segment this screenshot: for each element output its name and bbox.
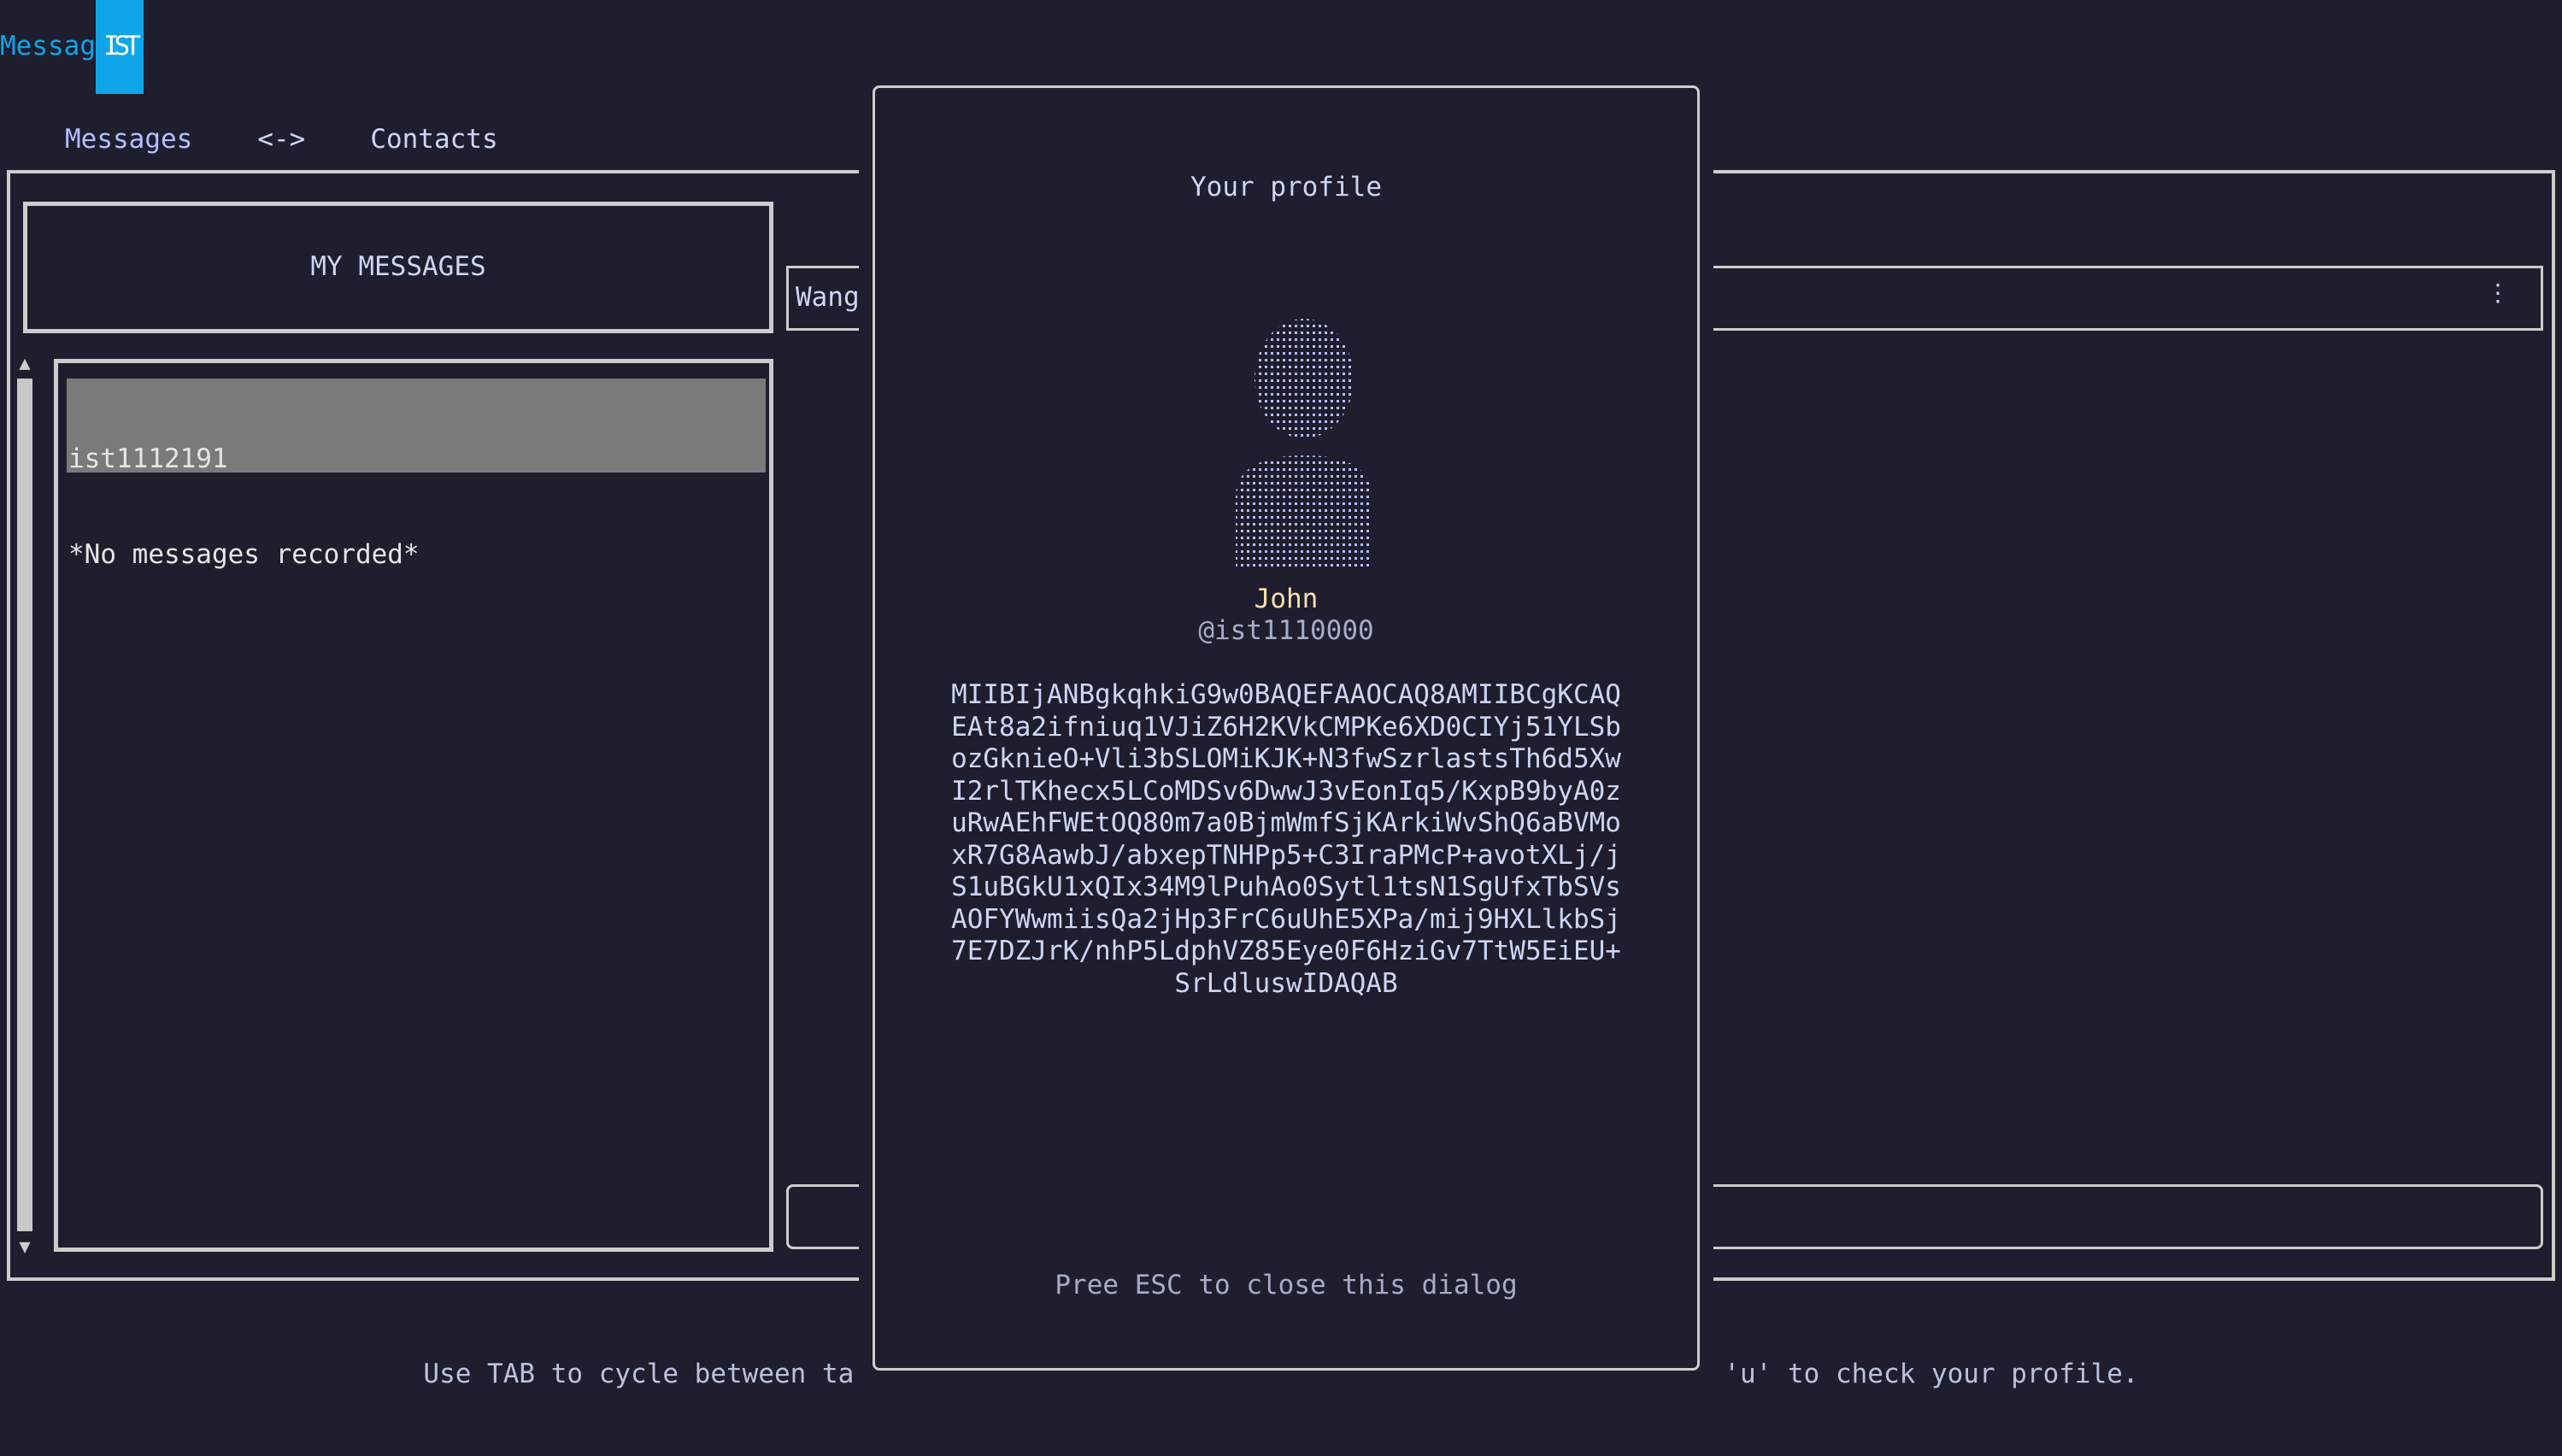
footer-hint-right: 'u' to check your profile.	[1724, 1359, 2139, 1389]
messages-list: ist1112191 *No messages recorded*	[54, 359, 773, 1252]
app-title-prefix: Messag	[0, 31, 96, 62]
app-logo: Messag IST	[0, 0, 144, 94]
kebab-menu-icon[interactable]: ⋮	[2486, 279, 2510, 308]
list-item-preview: *No messages recorded*	[68, 538, 420, 570]
tab-bar: Messages <-> Contacts	[65, 124, 563, 156]
close-dialog-hint: Pree ESC to close this dialog	[1055, 1270, 1518, 1300]
public-key-line: AOFYWwmiisQa2jHp3FrC6uUhE5XPa/mij9HXLlkb…	[951, 903, 1621, 935]
profile-dialog-frame: Your profile John @ist1110000 MIIBIjANBg…	[873, 85, 1700, 1371]
messages-panel-header: MY MESSAGES	[23, 202, 773, 333]
public-key-line: I2rlTKhecx5LCoMDSv6DwwJ3vEonIq5/KxpB9byA…	[951, 775, 1621, 807]
public-key-line: ozGknieO+Vli3bSLOMiKJK+N3fwSzrlastsTh6d5…	[951, 743, 1621, 774]
profile-dialog: Your profile John @ist1110000 MIIBIjANBg…	[859, 72, 1713, 1384]
public-key-line: xR7G8AawbJ/abxepTNHPp5+C3IraPMcP+avotXLj…	[951, 839, 1621, 871]
footer-hint-left: Use TAB to cycle between ta	[423, 1359, 855, 1389]
profile-name: John	[1254, 584, 1319, 614]
profile-dialog-title: Your profile	[1190, 172, 1382, 203]
profile-handle: @ist1110000	[1198, 615, 1374, 646]
public-key-line: MIIBIjANBgkqhkiG9w0BAQEFAAOCAQ8AMIIBCgKC…	[951, 679, 1621, 710]
app-title-badge: IST	[95, 0, 144, 94]
tab-contacts[interactable]: Contacts	[370, 124, 497, 156]
scroll-down-arrow-icon[interactable]: ▼	[14, 1237, 36, 1258]
chat-contact-name: Wang	[796, 282, 860, 314]
public-key-line: 7E7DZJrK/nhP5LdphVZ85Eye0F6HziGv7TtW5EiE…	[951, 936, 1621, 966]
list-item-user: ist1112191	[68, 443, 228, 475]
tab-separator: <->	[257, 124, 306, 155]
profile-public-key: MIIBIjANBgkqhkiG9w0BAQEFAAOCAQ8AMIIBCgKC…	[875, 679, 1697, 1000]
public-key-line: uRwAEhFWEtOQ80m7a0BjmWmfSjKArkiWvShQ6aBV…	[951, 807, 1621, 838]
messages-panel-title: MY MESSAGES	[310, 251, 486, 283]
person-avatar-icon	[1210, 310, 1381, 574]
list-item[interactable]: ist1112191 *No messages recorded*	[67, 379, 766, 570]
scroll-up-arrow-icon[interactable]: ▲	[14, 354, 36, 374]
messages-scrollbar[interactable]	[17, 379, 32, 1231]
public-key-line: SrLdluswIDAQAB	[1174, 967, 1398, 999]
public-key-line: S1uBGkU1xQIx34M9lPuhAo0Sytl1tsN1SgUfxTbS…	[951, 872, 1621, 902]
app-title-badge-text: IST	[103, 31, 141, 62]
tab-messages[interactable]: Messages	[65, 124, 192, 156]
public-key-line: EAt8a2ifniuq1VJiZ6H2KVkCMPKe6XD0CIYj51YL…	[951, 711, 1621, 743]
